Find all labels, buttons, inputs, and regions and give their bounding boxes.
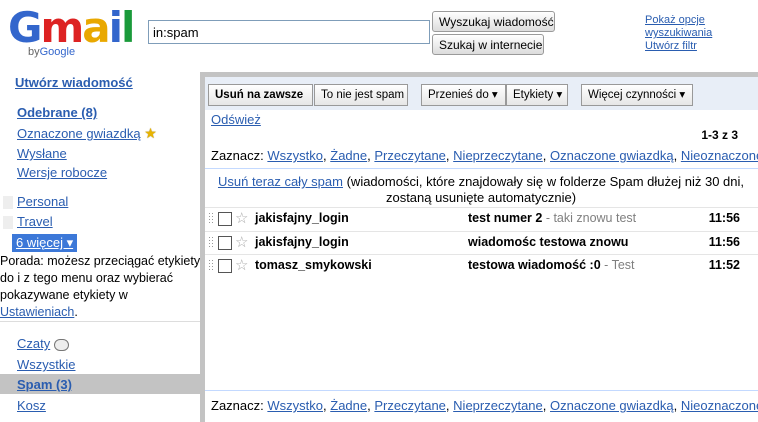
message-row[interactable]: ☆ jakisfajny_login wiadomośc testowa zno… <box>205 231 758 254</box>
sidebar-item-spam[interactable]: Spam (3) <box>17 377 72 392</box>
message-subject-snippet: wiadomośc testowa znowu <box>468 235 638 249</box>
message-subject: test numer 2 <box>468 211 543 225</box>
message-checkbox[interactable] <box>218 259 232 273</box>
more-labels-dropdown[interactable]: 6 więcej ▾ <box>12 234 78 252</box>
settings-link[interactable]: Ustawieniach <box>0 305 74 319</box>
select-bar-top: Zaznacz: Wszystko, Żadne, Przeczytane, N… <box>211 148 758 163</box>
sidebar-item-chats[interactable]: Czaty <box>17 336 69 351</box>
more-actions-dropdown[interactable]: Więcej czynności ▾ <box>581 84 693 106</box>
message-time: 11:56 <box>708 235 740 249</box>
message-row[interactable]: ☆ tomasz_smykowski testowa wiadomość :0 … <box>205 254 758 277</box>
message-row[interactable]: ☆ jakisfajny_login test numer 2 - taki z… <box>205 207 758 230</box>
move-to-dropdown[interactable]: Przenieś do ▾ <box>421 84 506 106</box>
delete-all-spam-link[interactable]: Usuń teraz cały spam <box>218 174 343 189</box>
message-time: 11:56 <box>708 211 740 225</box>
tip-text: Porada: możesz przeciągać etykiety do i … <box>0 254 201 302</box>
gold-star-icon: ★ <box>144 125 157 141</box>
drag-handle-icon[interactable] <box>208 212 214 224</box>
sidebar-item-sent[interactable]: Wysłane <box>17 146 67 161</box>
search-mail-button[interactable]: Wyszukaj wiadomość <box>432 11 555 32</box>
select-none-link[interactable]: Żadne <box>330 398 367 413</box>
message-subject: testowa wiadomość :0 <box>468 258 601 272</box>
message-checkbox[interactable] <box>218 236 232 250</box>
delete-forever-button[interactable]: Usuń na zawsze <box>208 84 313 106</box>
sidebar-item-drafts[interactable]: Wersje robocze <box>17 165 107 180</box>
labels-dropdown[interactable]: Etykiety ▾ <box>506 84 568 106</box>
compose-link[interactable]: Utwórz wiadomość <box>15 75 133 90</box>
message-time: 11:52 <box>708 258 740 272</box>
spam-notice: Usuń teraz cały spam (wiadomości, które … <box>211 174 751 206</box>
label-color-swatch <box>3 196 13 209</box>
logo-word: Gmail <box>8 3 135 52</box>
divider <box>205 168 758 169</box>
star-icon[interactable]: ☆ <box>235 233 248 251</box>
star-icon[interactable]: ☆ <box>235 209 248 227</box>
select-bar-bottom: Zaznacz: Wszystko, Żadne, Przeczytane, N… <box>211 398 758 413</box>
sep: , <box>367 148 371 163</box>
divider <box>205 390 758 391</box>
star-icon[interactable]: ☆ <box>235 256 248 274</box>
sidebar-label-travel[interactable]: Travel <box>17 214 53 229</box>
message-sender: tomasz_smykowski <box>255 258 372 272</box>
sep: , <box>323 148 327 163</box>
show-search-options-link-2[interactable]: wyszukiwania <box>645 27 712 40</box>
logo-byline: byGoogle <box>28 46 76 58</box>
create-filter-link[interactable]: Utwórz filtr <box>645 40 712 53</box>
drag-handle-icon[interactable] <box>208 236 214 248</box>
sep: , <box>673 148 678 163</box>
label-color-swatch <box>3 216 13 229</box>
sep: , <box>673 398 678 413</box>
select-read-link[interactable]: Przeczytane <box>374 148 446 163</box>
message-snippet: - Test <box>600 258 635 272</box>
sep: , <box>445 148 450 163</box>
sidebar-item-chats-label[interactable]: Czaty <box>17 336 50 351</box>
select-label: Zaznacz: <box>211 148 264 163</box>
message-count: 1-3 z 3 <box>701 128 738 142</box>
sep: , <box>367 398 371 413</box>
sep: , <box>542 398 547 413</box>
labels-tip: Porada: możesz przeciągać etykiety do i … <box>0 253 205 322</box>
message-subject-snippet: test numer 2 - taki znowu test <box>468 211 638 225</box>
message-snippet: - taki znowu test <box>542 211 637 225</box>
select-none-link[interactable]: Żadne <box>330 148 367 163</box>
select-read-link[interactable]: Przeczytane <box>374 398 446 413</box>
sep: , <box>323 398 327 413</box>
sidebar-item-starred[interactable]: Oznaczone gwiazdką ★ <box>17 125 157 142</box>
sidebar-item-all-mail[interactable]: Wszystkie <box>17 357 76 372</box>
select-all-link[interactable]: Wszystko <box>267 398 323 413</box>
sep: , <box>542 148 547 163</box>
sep: , <box>445 398 450 413</box>
search-options-links: Pokaż opcje wyszukiwania Utwórz filtr <box>645 14 712 53</box>
message-sender: jakisfajny_login <box>255 211 349 225</box>
gmail-logo[interactable]: Gmail byGoogle <box>8 3 135 62</box>
message-subject: wiadomośc testowa znowu <box>468 235 629 249</box>
select-all-link[interactable]: Wszystko <box>267 148 323 163</box>
search-input[interactable] <box>148 20 430 44</box>
message-sender: jakisfajny_login <box>255 235 349 249</box>
not-spam-button[interactable]: To nie jest spam <box>314 84 408 106</box>
spam-notice-text: (wiadomości, które znajdowały się w fold… <box>342 174 745 205</box>
message-subject-snippet: testowa wiadomość :0 - Test <box>468 258 638 272</box>
sidebar-label-personal[interactable]: Personal <box>17 194 68 209</box>
select-starred-link[interactable]: Oznaczone gwiazdką <box>550 398 674 413</box>
select-unstarred-link[interactable]: Nieoznaczone <box>681 148 758 163</box>
sidebar-item-inbox[interactable]: Odebrane (8) <box>17 105 97 120</box>
search-web-button[interactable]: Szukaj w internecie <box>432 34 544 55</box>
select-label: Zaznacz: <box>211 398 264 413</box>
show-search-options-link[interactable]: Pokaż opcje <box>645 14 712 27</box>
select-unread-link[interactable]: Nieprzeczytane <box>453 398 543 413</box>
tip-end: . <box>74 305 78 319</box>
message-checkbox[interactable] <box>218 212 232 226</box>
chat-bubble-icon <box>53 338 69 351</box>
select-starred-link[interactable]: Oznaczone gwiazdką <box>550 148 674 163</box>
select-unread-link[interactable]: Nieprzeczytane <box>453 148 543 163</box>
sidebar-item-starred-label[interactable]: Oznaczone gwiazdką <box>17 126 141 141</box>
refresh-link[interactable]: Odśwież <box>211 112 261 127</box>
drag-handle-icon[interactable] <box>208 259 214 271</box>
sidebar-item-trash[interactable]: Kosz <box>17 398 46 413</box>
select-unstarred-link[interactable]: Nieoznaczone <box>681 398 758 413</box>
